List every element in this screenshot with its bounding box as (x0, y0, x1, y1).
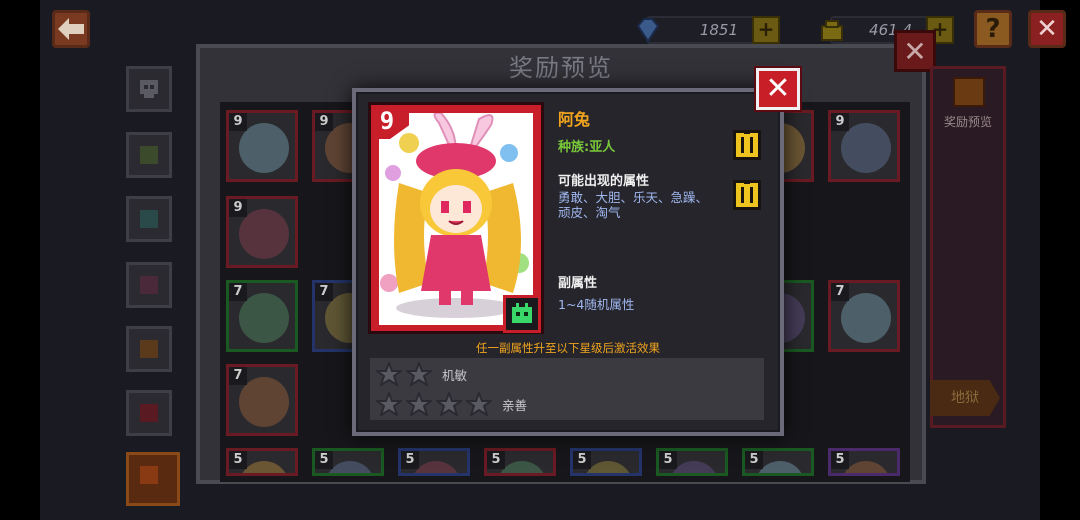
star-icon (466, 392, 492, 416)
reward-card-level: 7 (229, 283, 247, 301)
reward-card[interactable]: 5 (742, 448, 814, 476)
gem-count: 1851 (699, 21, 738, 39)
reward-card-level: 5 (573, 451, 591, 469)
demon-icon (140, 466, 158, 484)
monster-icon (140, 276, 158, 294)
reward-card-level: 9 (229, 199, 247, 217)
reward-card-level: 5 (831, 451, 849, 469)
reward-card[interactable]: 5 (484, 448, 556, 476)
sub-attributes-title: 副属性 (558, 276, 598, 291)
reward-card-level: 7 (315, 283, 333, 301)
left-tab-green[interactable] (126, 132, 172, 178)
panel-title: 奖励预览 (509, 54, 613, 82)
attributes-info-button[interactable] (733, 180, 761, 210)
race-info-button[interactable] (733, 130, 761, 160)
hell-button[interactable]: 地狱 (930, 380, 1000, 416)
monster-icon (140, 404, 158, 422)
back-button[interactable] (52, 10, 90, 48)
info-icon (741, 181, 753, 203)
character-race: 种族:亚人 (558, 140, 616, 155)
reward-card[interactable]: 9 (828, 110, 900, 182)
activate-note: 任一副属性升至以下星级后激活效果 (476, 341, 660, 355)
info-icon (741, 131, 753, 153)
reward-card[interactable]: 5 (828, 448, 900, 476)
reward-card[interactable]: 5 (226, 448, 298, 476)
reward-card-level: 9 (831, 113, 849, 131)
reward-card-level: 5 (315, 451, 333, 469)
star-icon (376, 362, 402, 386)
reward-card[interactable]: 7 (226, 280, 298, 352)
monster-icon (140, 210, 158, 228)
reward-card-level: 7 (229, 367, 247, 385)
reward-card-level: 9 (229, 113, 247, 131)
reward-card-level: 5 (401, 451, 419, 469)
top-close-button[interactable]: ✕ (1028, 10, 1066, 48)
bunny-girl-portrait (379, 113, 533, 325)
left-tab-active[interactable] (126, 452, 180, 506)
star-effects-panel: 机敏 亲善 (370, 358, 764, 420)
top-close-label: ✕ (1036, 14, 1058, 44)
star-row-label: 亲善 (502, 397, 528, 413)
reward-card[interactable]: 7 (828, 280, 900, 352)
gold-icon (821, 20, 843, 41)
left-tab-teal[interactable] (126, 196, 172, 242)
reward-card[interactable]: 5 (398, 448, 470, 476)
star-icon (406, 392, 432, 416)
reward-card[interactable]: 9 (226, 196, 298, 268)
card-level: 9 (379, 107, 395, 135)
add-gem-button[interactable]: + (752, 16, 780, 44)
star-icon (436, 392, 462, 416)
gem-counter: 1851 + (636, 16, 780, 44)
attributes-list: 勇敢、大胆、乐天、急躁、顽皮、淘气 (558, 190, 709, 220)
left-tab-purple[interactable] (126, 262, 172, 308)
reward-card-level: 5 (659, 451, 677, 469)
star-row-2: 亲善 (376, 392, 527, 416)
right-banner[interactable]: 奖励预览 (930, 66, 1006, 428)
close-icon: ✕ (903, 34, 927, 68)
star-icon (406, 362, 432, 386)
character-name: 阿兔 (558, 110, 591, 129)
reward-card[interactable]: 7 (226, 364, 298, 436)
left-tab-orange[interactable] (126, 326, 172, 372)
help-button[interactable]: ? (974, 10, 1012, 48)
reward-card[interactable]: 5 (570, 448, 642, 476)
reward-card-level: 5 (229, 451, 247, 469)
left-tab-skull[interactable] (126, 66, 172, 112)
reward-card-level: 9 (315, 113, 333, 131)
monster-icon (140, 146, 158, 164)
gem-icon (636, 18, 660, 43)
reward-card-level: 5 (745, 451, 763, 469)
character-portrait (379, 113, 533, 325)
close-icon: ✕ (765, 71, 791, 106)
help-label: ? (985, 14, 1001, 44)
attributes-title: 可能出现的属性 (558, 174, 650, 189)
reward-card[interactable]: 5 (656, 448, 728, 476)
arrow-left-icon (58, 18, 84, 40)
chest-icon (953, 77, 985, 107)
monster-icon (140, 340, 158, 358)
left-tab-red[interactable] (126, 390, 172, 436)
sub-attributes-value: 1~4随机属性 (558, 297, 635, 312)
right-banner-label: 奖励预览 (943, 115, 992, 129)
modal-close-button[interactable]: ✕ (754, 66, 802, 112)
reward-card[interactable]: 9 (226, 110, 298, 182)
star-row-label: 机敏 (442, 367, 468, 383)
star-row-1: 机敏 (376, 362, 467, 386)
character-card: 9 (368, 102, 544, 334)
reward-card[interactable]: 5 (312, 448, 384, 476)
star-icon (376, 392, 402, 416)
reward-card-level: 5 (487, 451, 505, 469)
alien-head-icon (503, 295, 541, 333)
skull-icon (140, 80, 158, 98)
reward-card-level: 7 (831, 283, 849, 301)
